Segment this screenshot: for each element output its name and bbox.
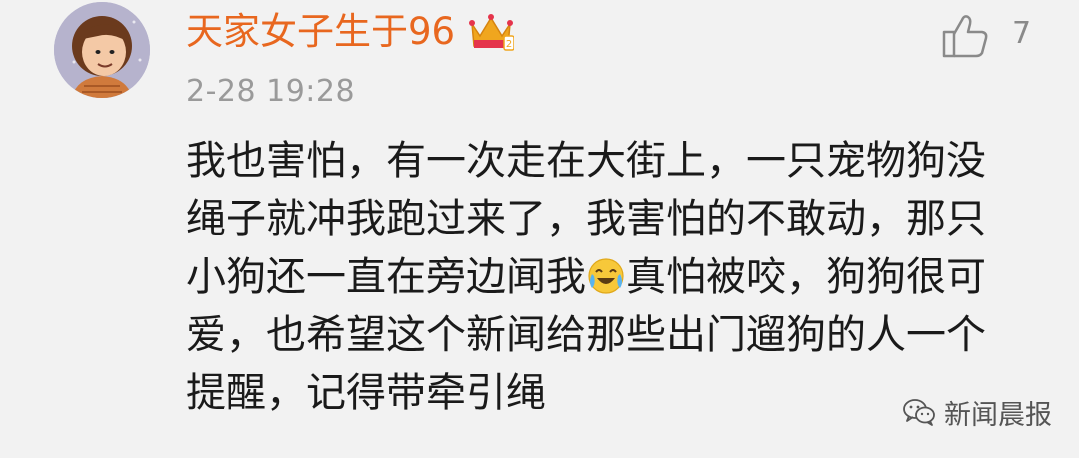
comment-line: 提醒，记得带牵引绳 xyxy=(186,370,546,416)
comment-line-part: 真怕被咬，狗狗很可 xyxy=(626,254,986,300)
source-watermark: 新闻晨报 xyxy=(902,392,1052,432)
comment-card: 天家女子生于96 2 2-28 19:28 7 我也害怕，有一次走在大街上，一只… xyxy=(0,0,1079,458)
user-avatar[interactable] xyxy=(54,2,150,98)
comment-line-part: 小狗还一直在旁边闻我 xyxy=(186,254,586,300)
laugh-cry-emoji-icon xyxy=(588,258,624,294)
comment-timestamp: 2-28 19:28 xyxy=(186,74,356,109)
comment-line: 爱，也希望这个新闻给那些出门遛狗的人一个 xyxy=(186,312,986,358)
username[interactable]: 天家女子生于96 xyxy=(186,8,455,56)
thumbs-up-icon[interactable] xyxy=(940,12,990,60)
comment-line: 我也害怕，有一次走在大街上，一只宠物狗没 xyxy=(186,138,986,184)
avatar-image xyxy=(54,2,150,98)
svg-text:2: 2 xyxy=(506,39,512,50)
wechat-icon xyxy=(903,399,935,426)
comment-body: 我也害怕，有一次走在大街上，一只宠物狗没 绳子就冲我跑过来了，我害怕的不敢动，那… xyxy=(186,132,1026,422)
comment-line: 绳子就冲我跑过来了，我害怕的不敢动，那只 xyxy=(186,196,986,242)
like-count: 7 xyxy=(1012,16,1032,51)
comment-line-with-emoji: 小狗还一直在旁边闻我 真怕被咬，狗狗很可 xyxy=(186,248,1026,306)
watermark-label: 新闻晨报 xyxy=(944,399,1052,431)
crown-badge-icon: 2 xyxy=(469,14,514,51)
